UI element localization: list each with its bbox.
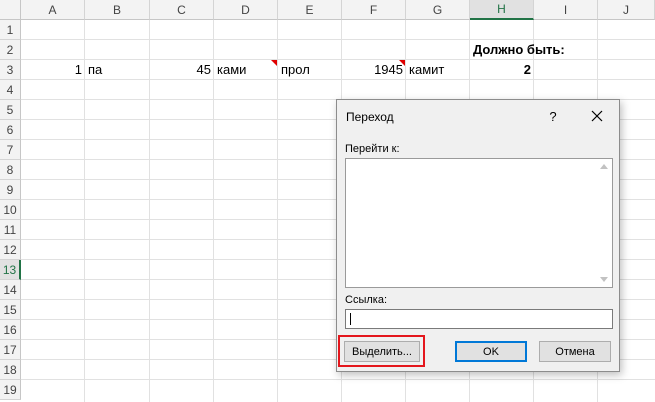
column-header-d[interactable]: D: [214, 0, 278, 20]
column-header-j[interactable]: J: [598, 0, 655, 20]
cell-g3[interactable]: камит: [406, 60, 470, 80]
row-header-2[interactable]: 2: [0, 40, 21, 60]
ok-button[interactable]: OK: [455, 341, 527, 362]
column-header-b[interactable]: B: [85, 0, 150, 20]
row-header-4[interactable]: 4: [0, 80, 21, 100]
reference-input[interactable]: [345, 309, 613, 329]
column-header-h[interactable]: H: [470, 0, 534, 20]
goto-dialog: Переход ? Перейти к: Ссылка: Выделить...…: [336, 99, 620, 372]
special-button[interactable]: Выделить...: [344, 341, 420, 362]
vertical-scrollbar[interactable]: [597, 159, 612, 287]
scroll-up-icon[interactable]: [600, 164, 608, 169]
cell-b3[interactable]: па: [85, 60, 150, 80]
column-header-f[interactable]: F: [342, 0, 406, 20]
column-header-g[interactable]: G: [406, 0, 470, 20]
row-header-7[interactable]: 7: [0, 140, 21, 160]
reference-label: Ссылка:: [345, 294, 387, 306]
row-header-12[interactable]: 12: [0, 240, 21, 260]
close-icon: [591, 110, 603, 122]
column-header-i[interactable]: I: [534, 0, 598, 20]
row-header-13[interactable]: 13: [0, 260, 21, 280]
gridline: [21, 379, 655, 380]
row-header-18[interactable]: 18: [0, 360, 21, 380]
row-header-3[interactable]: 3: [0, 60, 21, 80]
column-header-c[interactable]: C: [150, 0, 214, 20]
cell-h2[interactable]: Должно быть:: [470, 40, 598, 60]
row-header-10[interactable]: 10: [0, 200, 21, 220]
dialog-title: Переход: [346, 110, 394, 124]
goto-label: Перейти к:: [345, 143, 400, 155]
row-header-11[interactable]: 11: [0, 220, 21, 240]
row-header-19[interactable]: 19: [0, 380, 21, 400]
column-header-e[interactable]: E: [278, 0, 342, 20]
comment-indicator-icon[interactable]: [271, 60, 277, 66]
row-header-9[interactable]: 9: [0, 180, 21, 200]
cell-e3[interactable]: прол: [278, 60, 342, 80]
cancel-button[interactable]: Отмена: [539, 341, 611, 362]
row-header-14[interactable]: 14: [0, 280, 21, 300]
row-header-6[interactable]: 6: [0, 120, 21, 140]
cell-f3[interactable]: 1945: [342, 60, 406, 80]
row-header-17[interactable]: 17: [0, 340, 21, 360]
scroll-down-icon[interactable]: [600, 277, 608, 282]
help-button[interactable]: ?: [545, 106, 561, 126]
cell-d3[interactable]: ками: [214, 60, 278, 80]
row-header-1[interactable]: 1: [0, 20, 21, 40]
select-all-corner[interactable]: [0, 0, 21, 20]
close-button[interactable]: [587, 106, 607, 126]
text-caret: [350, 313, 351, 325]
cell-c3[interactable]: 45: [150, 60, 214, 80]
row-header-5[interactable]: 5: [0, 100, 21, 120]
row-header-16[interactable]: 16: [0, 320, 21, 340]
row-header-8[interactable]: 8: [0, 160, 21, 180]
cell-a3[interactable]: 1: [21, 60, 85, 80]
goto-listbox[interactable]: [345, 158, 613, 288]
comment-indicator-icon[interactable]: [399, 60, 405, 66]
column-header-a[interactable]: A: [21, 0, 85, 20]
cell-h3[interactable]: 2: [470, 60, 534, 80]
row-header-15[interactable]: 15: [0, 300, 21, 320]
